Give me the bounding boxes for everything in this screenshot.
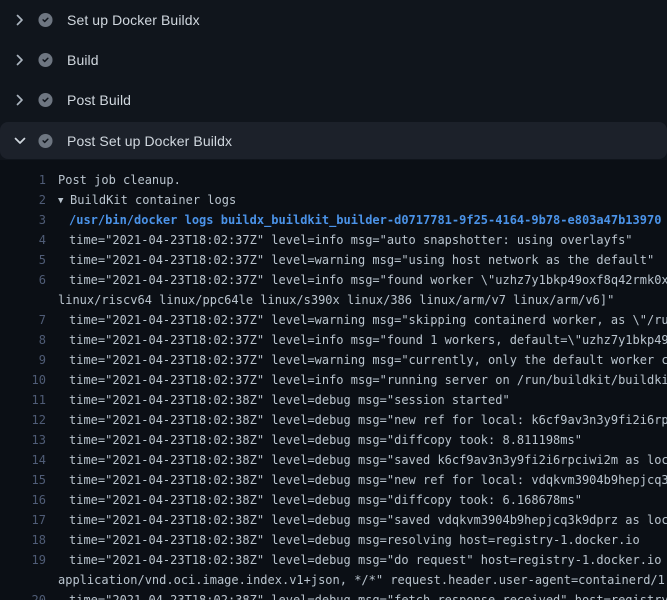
line-number[interactable]: 7 <box>0 310 46 330</box>
log-text: time="2021-04-23T18:02:37Z" level=warnin… <box>69 310 667 330</box>
log-row: 7 time="2021-04-23T18:02:37Z" level=warni… <box>0 310 667 330</box>
log-row: linux/riscv64 linux/ppc64le linux/s390x … <box>0 290 667 310</box>
line-number[interactable]: 10 <box>0 370 46 390</box>
log-text: time="2021-04-23T18:02:37Z" level=info m… <box>69 270 667 290</box>
line-number[interactable]: 9 <box>0 350 46 370</box>
line-number[interactable]: 3 <box>0 210 46 230</box>
check-circle-icon <box>38 133 53 148</box>
chevron-right-icon <box>12 12 28 28</box>
log-text: time="2021-04-23T18:02:37Z" level=warnin… <box>69 250 654 270</box>
log-row: 12 time="2021-04-23T18:02:38Z" level=debu… <box>0 410 667 430</box>
log-text: time="2021-04-23T18:02:38Z" level=debug … <box>69 530 640 550</box>
line-number[interactable]: 8 <box>0 330 46 350</box>
log-row: 20 time="2021-04-23T18:02:38Z" level=debu… <box>0 590 667 600</box>
line-number[interactable]: 18 <box>0 530 46 550</box>
log-text: time="2021-04-23T18:02:37Z" level=info m… <box>69 370 667 390</box>
log-text: time="2021-04-23T18:02:38Z" level=debug … <box>69 390 510 410</box>
log-row: 2 ▼BuildKit container logs <box>0 190 667 210</box>
log-row: 19 time="2021-04-23T18:02:38Z" level=debu… <box>0 550 667 570</box>
log-command-text: /usr/bin/docker logs buildx_buildkit_bui… <box>69 210 661 230</box>
log-body: 1 Post job cleanup. 2 ▼BuildKit container l… <box>0 160 667 600</box>
log-row: 18 time="2021-04-23T18:02:38Z" level=debu… <box>0 530 667 550</box>
check-circle-icon <box>38 53 53 68</box>
line-number[interactable]: 16 <box>0 490 46 510</box>
log-group-label[interactable]: BuildKit container logs <box>70 193 236 207</box>
step-row-post-build[interactable]: Post Build <box>0 80 667 120</box>
step-label: Set up Docker Buildx <box>67 12 200 28</box>
log-row: 14 time="2021-04-23T18:02:38Z" level=debu… <box>0 450 667 470</box>
check-circle-icon <box>38 13 53 28</box>
line-number[interactable]: 11 <box>0 390 46 410</box>
log-text: application/vnd.oci.image.index.v1+json,… <box>58 570 667 590</box>
line-number[interactable]: 2 <box>0 190 46 210</box>
chevron-right-icon <box>12 52 28 68</box>
log-row: 5 time="2021-04-23T18:02:37Z" level=warni… <box>0 250 667 270</box>
step-row-post-set-up-docker-buildx[interactable]: Post Set up Docker Buildx <box>0 122 667 159</box>
line-number[interactable]: 15 <box>0 470 46 490</box>
chevron-down-icon <box>12 133 28 149</box>
log-row: 17 time="2021-04-23T18:02:38Z" level=debu… <box>0 510 667 530</box>
line-number[interactable]: 4 <box>0 230 46 250</box>
log-row: application/vnd.oci.image.index.v1+json,… <box>0 570 667 590</box>
log-row: 11 time="2021-04-23T18:02:38Z" level=debu… <box>0 390 667 410</box>
line-number[interactable]: 5 <box>0 250 46 270</box>
log-row: 13 time="2021-04-23T18:02:38Z" level=debu… <box>0 430 667 450</box>
triangle-down-icon: ▼ <box>58 191 70 210</box>
line-number <box>0 290 46 310</box>
steps-list: Set up Docker Buildx Build Post Build Post … <box>0 0 667 159</box>
log-row: 8 time="2021-04-23T18:02:37Z" level=info … <box>0 330 667 350</box>
log-text: time="2021-04-23T18:02:38Z" level=debug … <box>69 470 667 490</box>
log-text: time="2021-04-23T18:02:38Z" level=debug … <box>69 410 667 430</box>
log-row: 9 time="2021-04-23T18:02:37Z" level=warni… <box>0 350 667 370</box>
log-row: 1 Post job cleanup. <box>0 170 667 190</box>
log-text: time="2021-04-23T18:02:37Z" level=warnin… <box>69 350 667 370</box>
log-row: 10 time="2021-04-23T18:02:37Z" level=info… <box>0 370 667 390</box>
log-text: time="2021-04-23T18:02:38Z" level=debug … <box>69 490 582 510</box>
line-number[interactable]: 17 <box>0 510 46 530</box>
line-number <box>0 570 46 590</box>
log-text: time="2021-04-23T18:02:38Z" level=debug … <box>69 450 667 470</box>
step-row-build[interactable]: Build <box>0 40 667 80</box>
log-row: 6 time="2021-04-23T18:02:37Z" level=info … <box>0 270 667 290</box>
log-text: Post job cleanup. <box>58 170 181 190</box>
step-label: Post Set up Docker Buildx <box>67 133 232 149</box>
log-row: 4 time="2021-04-23T18:02:37Z" level=info … <box>0 230 667 250</box>
line-number[interactable]: 12 <box>0 410 46 430</box>
line-number[interactable]: 19 <box>0 550 46 570</box>
log-text: time="2021-04-23T18:02:38Z" level=debug … <box>69 510 667 530</box>
log-text: time="2021-04-23T18:02:38Z" level=debug … <box>69 550 667 570</box>
log-text: time="2021-04-23T18:02:37Z" level=info m… <box>69 230 633 250</box>
chevron-right-icon <box>12 92 28 108</box>
line-number[interactable]: 20 <box>0 590 46 600</box>
log-text: time="2021-04-23T18:02:38Z" level=debug … <box>69 590 667 600</box>
log-text: time="2021-04-23T18:02:37Z" level=info m… <box>69 330 667 350</box>
log-row: 15 time="2021-04-23T18:02:38Z" level=debu… <box>0 470 667 490</box>
step-label: Post Build <box>67 92 131 108</box>
line-number[interactable]: 13 <box>0 430 46 450</box>
line-number[interactable]: 6 <box>0 270 46 290</box>
line-number[interactable]: 14 <box>0 450 46 470</box>
line-number[interactable]: 1 <box>0 170 46 190</box>
log-text: time="2021-04-23T18:02:38Z" level=debug … <box>69 430 582 450</box>
log-row: 16 time="2021-04-23T18:02:38Z" level=debu… <box>0 490 667 510</box>
log-group-row[interactable]: ▼BuildKit container logs <box>58 190 236 210</box>
log-row: 3/usr/bin/docker logs buildx_buildkit_bu… <box>0 210 667 230</box>
step-label: Build <box>67 52 99 68</box>
log-text: linux/riscv64 linux/ppc64le linux/s390x … <box>58 290 614 310</box>
log-section: 1 Post job cleanup. 2 ▼BuildKit container l… <box>0 160 667 600</box>
check-circle-icon <box>38 93 53 108</box>
step-row-set-up-docker-buildx[interactable]: Set up Docker Buildx <box>0 0 667 40</box>
